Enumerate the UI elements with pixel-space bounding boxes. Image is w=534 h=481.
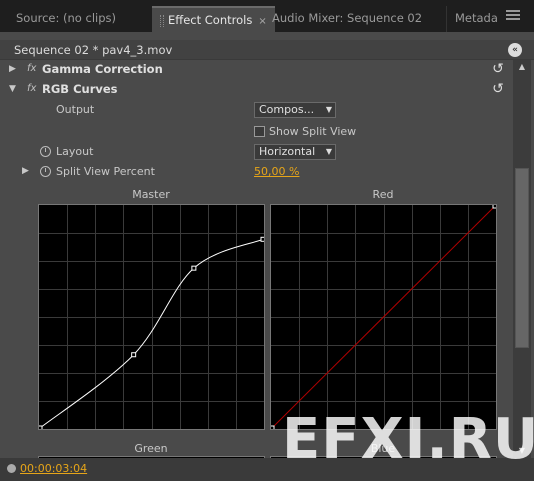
sequence-clip-header: Sequence 02 * pav4_3.mov «: [0, 40, 534, 60]
tab-effect-controls-label: Effect Controls: [168, 13, 253, 27]
tab-audio-mixer[interactable]: Audio Mixer: Sequence 02: [264, 6, 430, 32]
param-row-output: Output Compos... ▼: [0, 100, 512, 120]
panel-menu-icon[interactable]: [506, 10, 520, 24]
curve-control-point[interactable]: [131, 352, 137, 358]
collapse-triangle-icon[interactable]: ▼: [9, 84, 16, 94]
curve-control-point[interactable]: [191, 265, 197, 271]
red-curve-svg[interactable]: [271, 205, 496, 429]
red-curve-graph[interactable]: [270, 204, 497, 430]
reset-icon[interactable]: ↺: [490, 61, 506, 77]
show-split-view-label[interactable]: Show Split View: [269, 125, 356, 138]
split-view-percent-label: Split View Percent: [56, 165, 155, 178]
tab-audio-mixer-label: Audio Mixer: Sequence 02: [272, 11, 423, 25]
clock-icon: [7, 464, 16, 473]
scroll-up-icon[interactable]: ▲: [513, 60, 531, 74]
master-curve-svg[interactable]: [39, 205, 264, 429]
param-row-show-split-view: Show Split View: [0, 122, 512, 142]
stopwatch-icon[interactable]: [40, 146, 51, 157]
chevron-down-icon: ▼: [325, 147, 332, 156]
output-dropdown[interactable]: Compos... ▼: [254, 102, 336, 118]
master-curve-graph[interactable]: [38, 204, 265, 430]
output-label: Output: [56, 103, 95, 116]
effect-row-rgb-curves[interactable]: ▼ fx RGB Curves ↺: [0, 80, 512, 100]
reset-icon[interactable]: ↺: [490, 81, 506, 97]
show-split-view-checkbox[interactable]: [254, 126, 265, 137]
navigate-icon[interactable]: «: [508, 43, 522, 57]
effect-name: RGB Curves: [42, 82, 118, 96]
output-dropdown-value: Compos...: [259, 103, 315, 116]
tab-source-label: Source: (no clips): [16, 11, 116, 25]
tab-metadata[interactable]: Metada: [446, 6, 506, 32]
red-curve-title: Red: [372, 188, 394, 201]
layout-dropdown-value: Horizontal: [259, 145, 316, 158]
curve-control-point[interactable]: [260, 236, 264, 242]
chevron-down-icon: ▼: [325, 105, 332, 114]
effect-row-gamma-correction[interactable]: ▶ fx Gamma Correction ↺: [0, 60, 512, 80]
watermark-logo: EFXI.RU: [282, 407, 534, 472]
green-curve-title: Green: [134, 442, 168, 455]
param-row-layout: Layout Horizontal ▼: [0, 142, 512, 162]
tab-grip-icon[interactable]: [160, 14, 164, 27]
stopwatch-icon[interactable]: [40, 166, 51, 177]
tab-metadata-label: Metada: [455, 11, 498, 25]
expand-triangle-icon[interactable]: ▶: [22, 166, 29, 176]
curve-control-point[interactable]: [271, 425, 275, 429]
fx-icon[interactable]: fx: [27, 63, 36, 74]
curve-control-point[interactable]: [492, 205, 496, 209]
expand-triangle-icon[interactable]: ▶: [9, 64, 16, 74]
split-view-percent-value[interactable]: 50,00 %: [254, 165, 299, 178]
curve-line[interactable]: [39, 238, 264, 429]
fx-icon[interactable]: fx: [27, 83, 36, 94]
effect-name: Gamma Correction: [42, 62, 163, 76]
curve-control-point[interactable]: [39, 425, 43, 429]
sequence-title: Sequence 02 * pav4_3.mov: [14, 43, 173, 57]
tab-source[interactable]: Source: (no clips): [8, 6, 124, 32]
tab-effect-controls[interactable]: Effect Controls ×: [152, 6, 275, 32]
panel-tab-bar: Source: (no clips) Effect Controls × Audi…: [0, 0, 534, 32]
param-row-split-view-percent: ▶ Split View Percent 50,00 %: [0, 162, 512, 182]
current-timecode[interactable]: 00:00:03:04: [20, 462, 87, 475]
vertical-scrollbar[interactable]: ▲ ▼: [513, 60, 531, 458]
layout-label: Layout: [56, 145, 94, 158]
master-curve-title: Master: [132, 188, 170, 201]
layout-dropdown[interactable]: Horizontal ▼: [254, 144, 336, 160]
scrollbar-thumb[interactable]: [515, 168, 529, 348]
